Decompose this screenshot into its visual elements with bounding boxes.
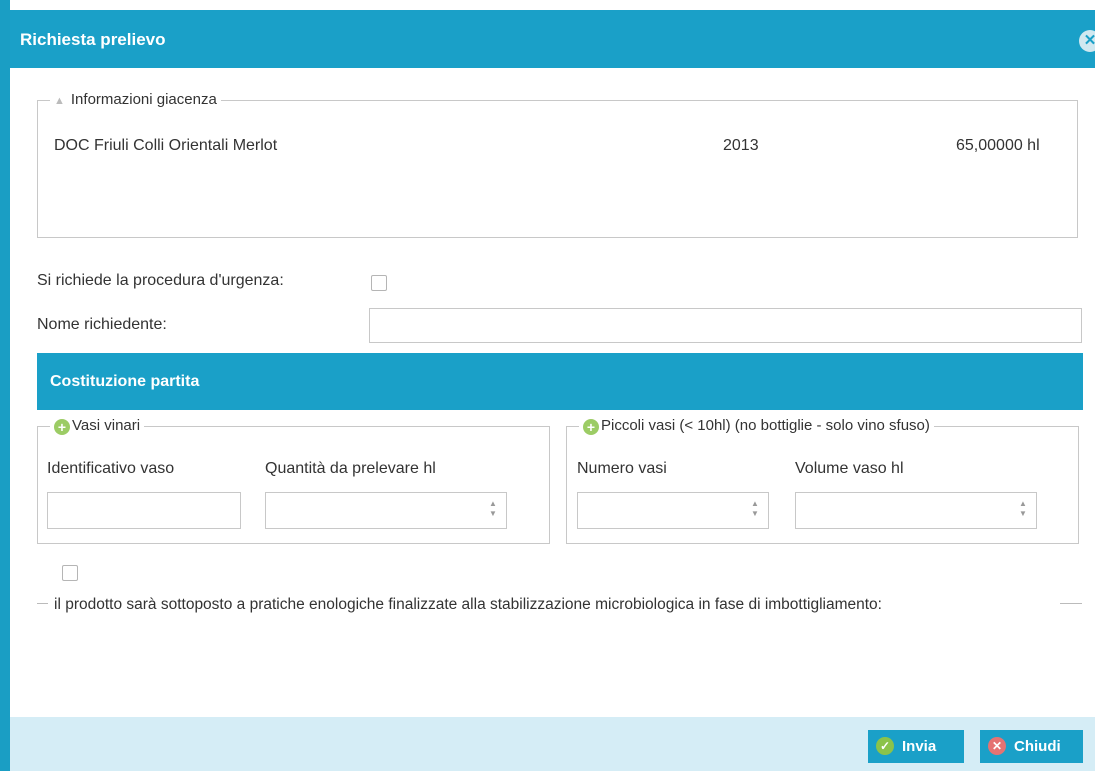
piccoli-vasi-legend-text: Piccoli vasi (< 10hl) (no bottiglie - so… [601, 417, 930, 434]
identificativo-vaso-label: Identificativo vaso [47, 460, 175, 477]
add-icon[interactable]: + [583, 419, 599, 435]
urgency-checkbox[interactable] [371, 275, 387, 291]
stabilization-label: il prodotto sarà sottoposto a pratiche e… [54, 596, 882, 613]
requester-input[interactable] [369, 308, 1082, 343]
stabilization-text: il prodotto sarà sottoposto a pratiche e… [37, 594, 997, 616]
product-year: 2013 [723, 137, 759, 154]
close-x-icon: ✕ [988, 737, 1006, 755]
costituzione-header: Costituzione partita [37, 353, 1083, 410]
volume-vaso-stepper[interactable]: ▲ ▼ [795, 492, 1037, 529]
numero-vasi-stepper[interactable]: ▲ ▼ [577, 492, 769, 529]
info-giacenza-fieldset: ▲ Informazioni giacenza DOC Friuli Colli … [37, 91, 1078, 238]
dialog-titlebar[interactable]: Richiesta prelievo ✕ [10, 10, 1095, 68]
stepper-arrows-icon[interactable]: ▲ ▼ [1018, 499, 1028, 519]
quantita-label: Quantità da prelevare hl [265, 460, 436, 477]
close-button-label: Chiudi [1014, 738, 1061, 755]
vasi-vinari-legend: + Vasi vinari [50, 417, 145, 435]
urgency-label: Si richiede la procedura d'urgenza: [37, 272, 284, 289]
send-button[interactable]: ✓ Invia [868, 730, 964, 763]
add-icon[interactable]: + [54, 419, 70, 435]
info-giacenza-legend-text: Informazioni giacenza [70, 91, 217, 108]
info-giacenza-legend[interactable]: ▲ Informazioni giacenza [50, 91, 221, 108]
close-button[interactable]: ✕ Chiudi [980, 730, 1083, 763]
piccoli-vasi-legend: + Piccoli vasi (< 10hl) (no bottiglie - s… [579, 417, 934, 435]
numero-vasi-label: Numero vasi [577, 460, 667, 477]
send-button-label: Invia [902, 738, 937, 755]
costituzione-title: Costituzione partita [50, 373, 200, 390]
dialog-left-border [0, 0, 10, 771]
collapse-triangle-icon[interactable]: ▲ [54, 95, 65, 107]
close-icon[interactable]: ✕ [1079, 30, 1095, 52]
requester-label: Nome richiedente: [37, 316, 167, 333]
fieldset-divider [1060, 603, 1082, 604]
dialog-title: Richiesta prelievo [20, 30, 166, 49]
stepper-arrows-icon[interactable]: ▲ ▼ [488, 499, 498, 519]
volume-vaso-label: Volume vaso hl [795, 460, 904, 477]
vasi-vinari-legend-text: Vasi vinari [72, 417, 141, 434]
stepper-arrows-icon[interactable]: ▲ ▼ [750, 499, 760, 519]
product-quantity: 65,00000 hl [956, 137, 1040, 154]
product-name: DOC Friuli Colli Orientali Merlot [54, 137, 278, 154]
identificativo-vaso-input[interactable] [47, 492, 241, 529]
quantita-stepper[interactable]: ▲ ▼ [265, 492, 507, 529]
stabilization-checkbox[interactable] [62, 565, 78, 581]
check-icon: ✓ [876, 737, 894, 755]
